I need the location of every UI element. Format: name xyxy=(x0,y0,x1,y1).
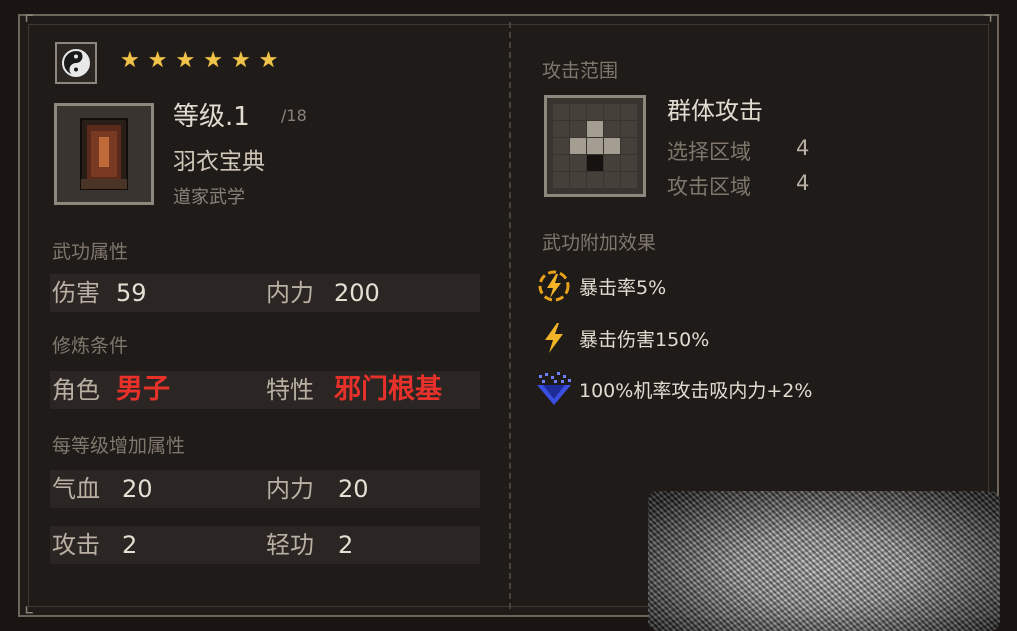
attack-type: 群体攻击 xyxy=(667,97,763,125)
per-level-neili-label: 内力 xyxy=(266,475,314,503)
skill-level: 等级.1 xyxy=(173,102,250,132)
role-label: 角色 xyxy=(52,376,100,404)
qinggong-value: 2 xyxy=(338,531,354,559)
star-icon: ★ xyxy=(175,48,196,73)
neili-value: 200 xyxy=(334,279,380,307)
attack-area-value: 4 xyxy=(796,171,810,195)
attributes-row: 伤害 59 内力 200 xyxy=(50,274,480,312)
per-level-neili-value: 20 xyxy=(338,475,369,503)
star-rating: ★ ★ ★ ★ ★ ★ xyxy=(120,48,278,74)
attack-value: 2 xyxy=(122,531,138,559)
requirements-row: 角色 男子 特性 邪门根基 xyxy=(50,371,480,409)
select-area-label: 选择区域 xyxy=(667,140,751,164)
effect-item: 暴击伤害150% xyxy=(535,318,709,358)
qixue-value: 20 xyxy=(122,475,153,503)
trait-label: 特性 xyxy=(266,376,314,404)
select-area-value: 4 xyxy=(796,136,810,160)
corner-ornament-bl: ⌞ xyxy=(23,593,35,618)
qixue-label: 气血 xyxy=(52,475,100,503)
blue-crystal-icon xyxy=(535,370,573,408)
attack-label: 攻击 xyxy=(52,531,100,559)
attack-area-label: 攻击区域 xyxy=(667,175,751,199)
attack-range-grid xyxy=(544,95,646,197)
per-level-row-1: 气血 20 内力 20 xyxy=(50,470,480,508)
lightning-icon xyxy=(535,319,573,357)
range-title: 攻击范围 xyxy=(542,60,619,82)
effects-title: 武功附加效果 xyxy=(542,232,657,254)
corner-ornament-tr: ⌝ xyxy=(982,12,994,37)
star-icon: ★ xyxy=(147,48,168,73)
skill-school: 道家武学 xyxy=(173,187,245,208)
skill-level-max: /18 xyxy=(281,106,307,125)
blurred-overlay xyxy=(648,491,1000,631)
skill-name: 羽衣宝典 xyxy=(173,149,265,175)
book-icon[interactable] xyxy=(54,103,154,205)
column-divider xyxy=(509,22,511,609)
role-value: 男子 xyxy=(116,374,170,405)
corner-ornament-tl: ⌜ xyxy=(23,12,35,37)
star-icon: ★ xyxy=(203,48,223,73)
neili-label: 内力 xyxy=(266,279,314,307)
star-icon: ★ xyxy=(258,48,279,73)
trait-value: 邪门根基 xyxy=(334,374,442,405)
effect-text: 暴击率5% xyxy=(579,276,667,299)
attributes-title: 武功属性 xyxy=(52,241,129,263)
per-level-row-2: 攻击 2 轻功 2 xyxy=(50,526,480,564)
damage-value: 59 xyxy=(116,279,147,307)
lightning-circle-icon xyxy=(535,267,573,305)
effect-item: 暴击率5% xyxy=(535,266,666,306)
requirements-title: 修炼条件 xyxy=(52,335,129,357)
effect-item: 100%机率攻击吸内力+2% xyxy=(535,369,812,409)
per-level-title: 每等级增加属性 xyxy=(52,435,186,457)
qinggong-label: 轻功 xyxy=(266,531,314,559)
effect-text: 暴击伤害150% xyxy=(579,328,710,351)
yinyang-icon xyxy=(55,42,97,84)
damage-label: 伤害 xyxy=(52,279,100,307)
effect-text: 100%机率攻击吸内力+2% xyxy=(579,379,813,402)
star-icon: ★ xyxy=(230,48,251,73)
star-icon: ★ xyxy=(120,48,140,73)
